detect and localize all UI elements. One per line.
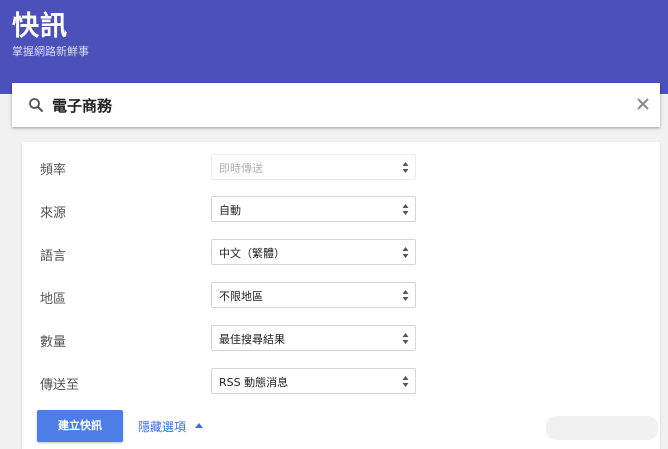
- app-title: 快訊: [12, 11, 68, 42]
- create-alert-button[interactable]: 建立快訊: [37, 410, 123, 442]
- search-icon: [29, 98, 43, 112]
- option-label-frequency: 頻率: [40, 163, 67, 178]
- region-select[interactable]: 不限地區: [211, 282, 416, 308]
- quantity-select[interactable]: 最佳搜尋結果: [211, 325, 416, 351]
- search-input[interactable]: 電子商務: [52, 95, 112, 116]
- updown-arrows-icon: [402, 204, 409, 215]
- updown-arrows-icon: [402, 290, 409, 301]
- close-icon[interactable]: [636, 97, 650, 111]
- option-label-quantity: 數量: [40, 335, 67, 350]
- option-label-deliver-to: 傳送至: [40, 378, 80, 393]
- select-value: 中文（繁體）: [219, 247, 285, 260]
- watermark: [546, 416, 658, 440]
- search-bar[interactable]: 電子商務: [12, 83, 660, 127]
- frequency-select[interactable]: 即時傳送: [211, 154, 416, 180]
- updown-arrows-icon: [402, 162, 409, 173]
- deliver-to-select[interactable]: RSS 動態消息: [211, 368, 416, 394]
- updown-arrows-icon: [402, 376, 409, 387]
- select-value: 不限地區: [219, 290, 263, 303]
- hide-options-link[interactable]: 隱藏選項: [138, 418, 186, 435]
- chevron-up-icon[interactable]: [195, 422, 203, 428]
- app-header: 快訊 掌握網路新鮮事: [0, 0, 668, 94]
- option-label-source: 來源: [40, 206, 67, 221]
- select-value: RSS 動態消息: [219, 376, 289, 389]
- source-select[interactable]: 自動: [211, 196, 416, 222]
- select-value: 自動: [219, 204, 241, 217]
- language-select[interactable]: 中文（繁體）: [211, 239, 416, 265]
- option-label-language: 語言: [40, 249, 67, 264]
- option-label-region: 地區: [40, 292, 67, 307]
- options-panel: 頻率 即時傳送 來源 自動 語言 中文（繁體） 地區 不限地區 數量 最佳搜尋結…: [22, 142, 660, 449]
- select-value: 即時傳送: [219, 162, 263, 175]
- updown-arrows-icon: [402, 247, 409, 258]
- app-subtitle: 掌握網路新鮮事: [12, 45, 89, 58]
- select-value: 最佳搜尋結果: [219, 333, 285, 346]
- updown-arrows-icon: [402, 333, 409, 344]
